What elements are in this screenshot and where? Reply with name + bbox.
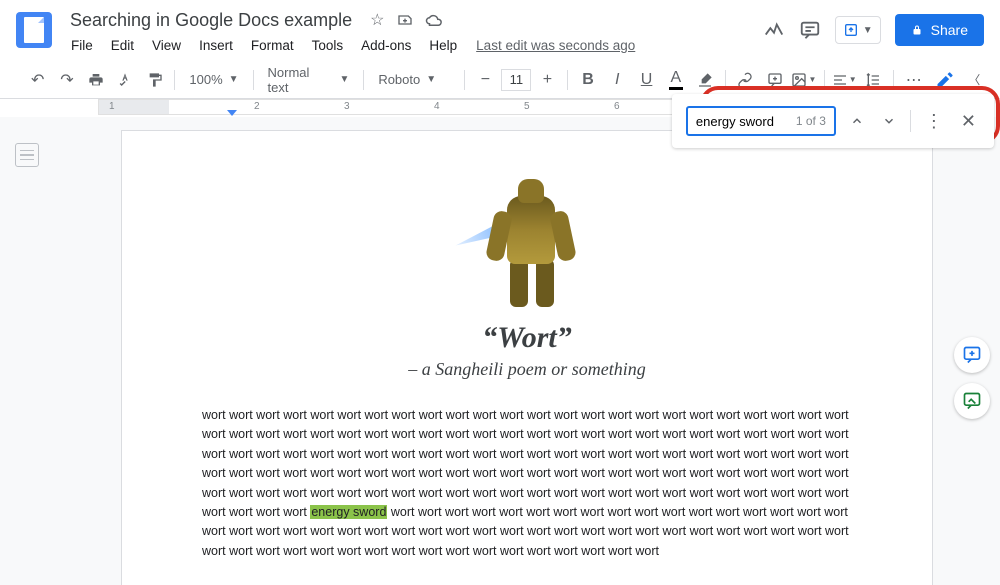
find-input[interactable] [696, 114, 792, 129]
find-count: 1 of 3 [796, 114, 826, 128]
print-icon[interactable] [83, 66, 110, 94]
menu-format[interactable]: Format [244, 34, 301, 57]
find-more-icon[interactable]: ⋮ [921, 109, 947, 134]
document-page[interactable]: “Wort” – a Sangheili poem or something w… [122, 131, 932, 585]
suggest-edits-float-button[interactable] [954, 383, 990, 419]
redo-icon[interactable]: ↷ [53, 66, 80, 94]
share-button[interactable]: Share [895, 14, 984, 46]
ruler-tick: 3 [344, 101, 350, 112]
hide-menus-icon[interactable]: 〈 [961, 66, 988, 94]
ruler-tick: 1 [109, 101, 115, 112]
poem-title[interactable]: “Wort” [202, 321, 852, 355]
menu-addons[interactable]: Add-ons [354, 34, 418, 57]
insert-image-icon[interactable]: ▼ [790, 66, 817, 94]
activity-icon[interactable] [763, 19, 785, 41]
find-close-icon[interactable]: ✕ [957, 109, 980, 134]
share-label: Share [931, 22, 968, 38]
paint-format-icon[interactable] [141, 66, 168, 94]
more-icon[interactable]: ⋯ [900, 66, 927, 94]
menu-insert[interactable]: Insert [192, 34, 240, 57]
text-color-icon[interactable]: A [662, 66, 689, 94]
poem-subtitle[interactable]: – a Sangheili poem or something [202, 359, 852, 380]
font-size-decrease[interactable]: − [471, 66, 499, 94]
menu-help[interactable]: Help [422, 34, 464, 57]
ruler-tick: 5 [524, 101, 530, 112]
spellcheck-icon[interactable] [112, 66, 139, 94]
insert-link-icon[interactable] [732, 66, 759, 94]
ruler-tick: 4 [434, 101, 440, 112]
docs-logo[interactable] [16, 12, 52, 48]
add-comment-icon[interactable] [761, 66, 788, 94]
align-icon[interactable]: ▼ [831, 66, 858, 94]
line-spacing-icon[interactable] [860, 66, 887, 94]
zoom-dropdown[interactable]: 100%▼ [181, 66, 246, 94]
indent-marker[interactable] [227, 110, 237, 116]
find-next-icon[interactable] [878, 112, 900, 130]
bold-icon[interactable]: B [574, 66, 601, 94]
style-dropdown[interactable]: Normal text▼ [260, 66, 358, 94]
move-icon[interactable] [397, 12, 413, 28]
ruler-tick: 6 [614, 101, 620, 112]
add-comment-float-button[interactable] [954, 337, 990, 373]
underline-icon[interactable]: U [633, 66, 660, 94]
doc-title[interactable]: Searching in Google Docs example [64, 8, 358, 33]
last-edit-link[interactable]: Last edit was seconds ago [476, 38, 635, 53]
menu-file[interactable]: File [64, 34, 100, 57]
comments-icon[interactable] [799, 19, 821, 41]
present-button[interactable]: ▼ [835, 16, 881, 44]
font-size-increase[interactable]: + [533, 66, 561, 94]
menu-tools[interactable]: Tools [305, 34, 351, 57]
italic-icon[interactable]: I [604, 66, 631, 94]
editing-mode-icon[interactable] [931, 66, 958, 94]
outline-toggle-icon[interactable] [15, 143, 39, 167]
cloud-status-icon[interactable] [425, 13, 443, 27]
ruler-tick: 2 [254, 101, 260, 112]
menu-view[interactable]: View [145, 34, 188, 57]
find-bar: 1 of 3 ⋮ ✕ [672, 94, 994, 148]
font-dropdown[interactable]: Roboto▼ [370, 66, 458, 94]
highlight-color-icon[interactable] [691, 66, 718, 94]
undo-icon[interactable]: ↶ [24, 66, 51, 94]
document-body[interactable]: wort wort wort wort wort wort wort wort … [202, 406, 852, 561]
menu-edit[interactable]: Edit [104, 34, 141, 57]
menubar: File Edit View Insert Format Tools Add-o… [64, 34, 763, 57]
star-icon[interactable]: ☆ [370, 10, 384, 30]
search-highlight: energy sword [310, 505, 387, 519]
find-prev-icon[interactable] [846, 112, 868, 130]
lock-icon [911, 24, 923, 36]
document-image[interactable] [202, 171, 852, 311]
font-size-input[interactable] [501, 69, 531, 91]
